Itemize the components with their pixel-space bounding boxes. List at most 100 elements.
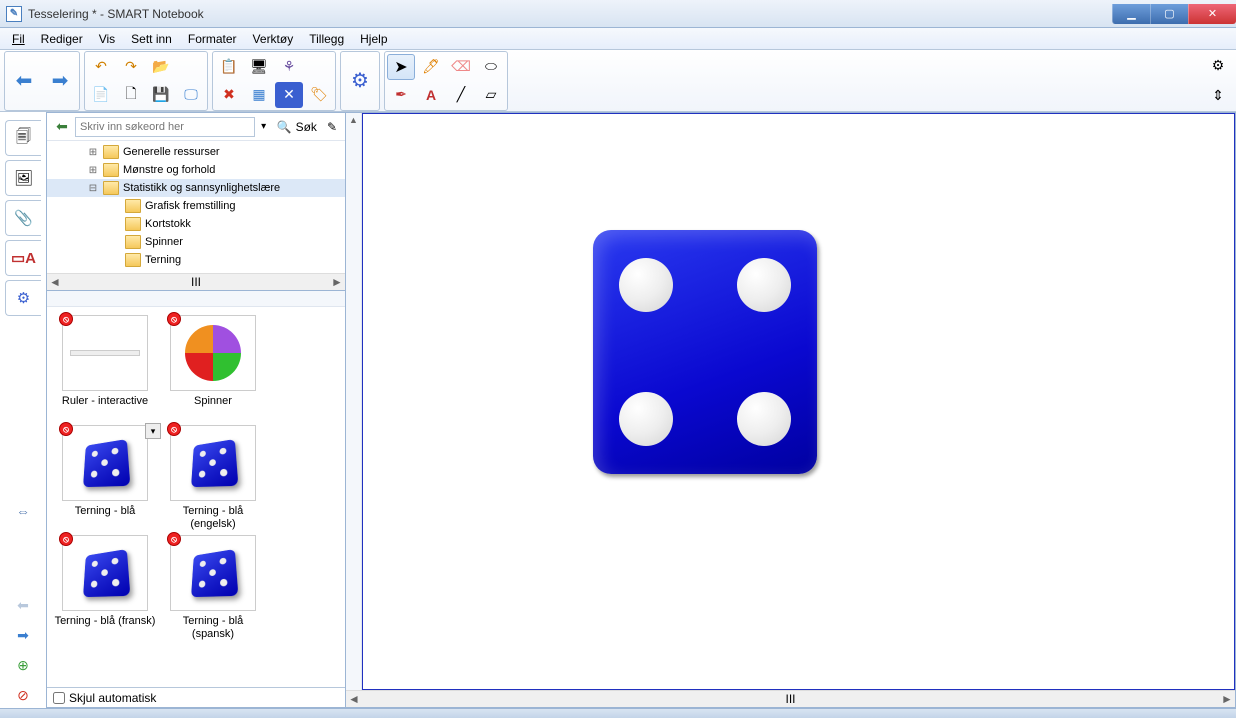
pens-tool[interactable]: ✒	[387, 82, 415, 108]
tree-label: Statistikk og sannsynlighetslære	[123, 182, 280, 194]
die-pip	[737, 392, 791, 446]
scroll-right-icon[interactable]: ►	[1219, 692, 1235, 706]
search-bar: ⬅ ▾ 🔍 Søk ✎	[47, 113, 345, 141]
thumbnail-label: Terning - blå	[75, 505, 136, 518]
response-button[interactable]: ⚘	[275, 54, 303, 80]
gallery-item[interactable]: ⦸Spinner	[159, 313, 267, 423]
minimize-button[interactable]: ▁	[1112, 4, 1150, 24]
close-button[interactable]: ✕	[1188, 4, 1236, 24]
tree-item[interactable]: ⊞ Generelle ressurser	[47, 143, 345, 161]
remove-page-icon[interactable]: ⊘	[10, 682, 36, 708]
menu-fil[interactable]: Fil	[4, 30, 33, 48]
menu-hjelp[interactable]: Hjelp	[352, 30, 395, 48]
menu-sett-inn[interactable]: Sett inn	[123, 30, 180, 48]
flash-badge-icon: ⦸	[59, 422, 73, 436]
flash-badge-icon: ⦸	[167, 422, 181, 436]
redo-button[interactable]: ↷	[117, 54, 145, 80]
side-tab-attachments[interactable]: 📎	[5, 200, 41, 236]
prev-arrow-icon[interactable]: ⬅	[10, 592, 36, 618]
thumbnail-label: Terning - blå (fransk)	[55, 615, 156, 628]
tree-item[interactable]: ⊟ Statistikk og sannsynlighetslære	[47, 179, 345, 197]
maximize-button[interactable]: ▢	[1150, 4, 1188, 24]
side-tab-properties[interactable]: ▭A	[5, 240, 41, 276]
shape-tool[interactable]: ⬭	[477, 54, 505, 80]
gallery-item[interactable]: ⦸Terning - blå (spansk)	[159, 533, 267, 643]
gallery-item[interactable]: ⦸ Ruler - interactive	[51, 313, 159, 423]
side-tab-gallery[interactable]: 🖼	[5, 160, 41, 196]
tree-h-scrollbar[interactable]: ◄ III ►	[47, 273, 345, 290]
prev-page-button[interactable]: ⬅	[7, 61, 41, 101]
gallery-item[interactable]: ⦸ Terning - blå (engelsk)	[159, 423, 267, 533]
settings-button[interactable]: ⚙	[1204, 53, 1232, 79]
flash-badge-icon: ⦸	[59, 312, 73, 326]
open-button[interactable]: 📂	[147, 54, 175, 80]
collapse-panel-button[interactable]: ⇔	[10, 498, 36, 524]
text-tool[interactable]: A	[417, 82, 445, 108]
screen-share-button[interactable]: 🖥	[245, 54, 273, 80]
addon-button[interactable]: ⚙	[343, 54, 377, 108]
thumbnail-label: Terning - blå (spansk)	[161, 615, 265, 641]
scroll-right-icon[interactable]: ►	[329, 275, 345, 289]
eraser-tool[interactable]: ⌫	[447, 54, 475, 80]
gallery-item[interactable]: ⦸ Terning - blå (fransk)	[51, 533, 159, 643]
window-title: Tesselering * - SMART Notebook	[28, 7, 204, 21]
table-button[interactable]: ▦	[245, 82, 273, 108]
scroll-left-icon[interactable]: ◄	[346, 692, 362, 706]
search-input[interactable]	[75, 117, 255, 137]
thumbnail-label: Terning - blå (engelsk)	[161, 505, 265, 531]
die-pip	[619, 392, 673, 446]
canvas-h-scrollbar[interactable]: ◄ III ►	[346, 690, 1235, 707]
tree-item[interactable]: ⊞ Mønstre og forhold	[47, 161, 345, 179]
thumbnail-image: ⦸	[62, 315, 148, 391]
vertical-ruler: ▲	[346, 113, 362, 690]
toggle-toolbar-button[interactable]: ⇕	[1204, 83, 1232, 109]
screen-button[interactable]: 🖵	[177, 82, 205, 108]
tree-expand-icon[interactable]: ⊞	[87, 147, 99, 158]
page-canvas[interactable]	[362, 113, 1235, 690]
tag-button[interactable]: 🏷	[305, 82, 333, 108]
search-dropdown[interactable]: ▾	[257, 121, 271, 132]
tree-expand-icon[interactable]: ⊟	[87, 183, 99, 194]
tree-label: Generelle ressurser	[123, 146, 220, 158]
title-bar: ✎ Tesselering * - SMART Notebook ▁ ▢ ✕	[0, 0, 1236, 28]
menu-formater[interactable]: Formater	[180, 30, 245, 48]
undo-button[interactable]: ↶	[87, 54, 115, 80]
thumbnail-image: ⦸	[62, 425, 148, 501]
tree-label: Mønstre og forhold	[123, 164, 215, 176]
fill-tool[interactable]: ▱	[477, 82, 505, 108]
toolbar: ⬅ ➡ ↶ ↷ 📂 📄 🗋 💾 🖵 📋 🖥 ⚘ ✖ ▦ ✕ 🏷	[0, 50, 1236, 112]
math-button[interactable]: ✕	[275, 82, 303, 108]
delete-button[interactable]: ✖	[215, 82, 243, 108]
search-back-button[interactable]: ⬅	[51, 116, 73, 138]
folder-icon	[125, 199, 141, 213]
paste-button[interactable]: 📋	[215, 54, 243, 80]
menu-verktoy[interactable]: Verktøy	[245, 30, 302, 48]
search-wand-button[interactable]: ✎	[323, 117, 341, 137]
delete-page-button[interactable]: 🗋	[117, 82, 145, 108]
thumbnail-label: Ruler - interactive	[62, 395, 148, 408]
thumbnail-image: ⦸	[62, 535, 148, 611]
line-tool[interactable]: ╱	[447, 82, 475, 108]
search-button[interactable]: 🔍 Søk	[273, 117, 321, 137]
auto-hide-checkbox[interactable]	[53, 692, 65, 704]
menu-rediger[interactable]: Rediger	[33, 30, 91, 48]
save-button[interactable]: 💾	[147, 82, 175, 108]
flash-badge-icon: ⦸	[167, 312, 181, 326]
menu-vis[interactable]: Vis	[91, 30, 123, 48]
add-page-icon[interactable]: ⊕	[10, 652, 36, 678]
panel-bottom: Skjul automatisk	[47, 687, 345, 707]
tree-expand-icon[interactable]: ⊞	[87, 165, 99, 176]
select-tool[interactable]: ➤	[387, 54, 415, 80]
new-page-button[interactable]: 📄	[87, 82, 115, 108]
gallery-item[interactable]: ⦸▾Terning - blå	[51, 423, 159, 533]
side-tab-addons[interactable]: ⚙	[5, 280, 41, 316]
next-page-button[interactable]: ➡	[43, 61, 77, 101]
scroll-left-icon[interactable]: ◄	[47, 275, 63, 289]
tree-item[interactable]: Grafisk fremstilling	[47, 197, 345, 215]
magic-pen-tool[interactable]: 🖊	[417, 54, 445, 80]
menu-tillegg[interactable]: Tillegg	[301, 30, 352, 48]
thumbnail-image: ⦸	[170, 425, 256, 501]
side-tab-pages[interactable]: 🗐	[5, 120, 41, 156]
blue-die-object[interactable]	[593, 230, 817, 474]
next-arrow-icon[interactable]: ➡	[10, 622, 36, 648]
